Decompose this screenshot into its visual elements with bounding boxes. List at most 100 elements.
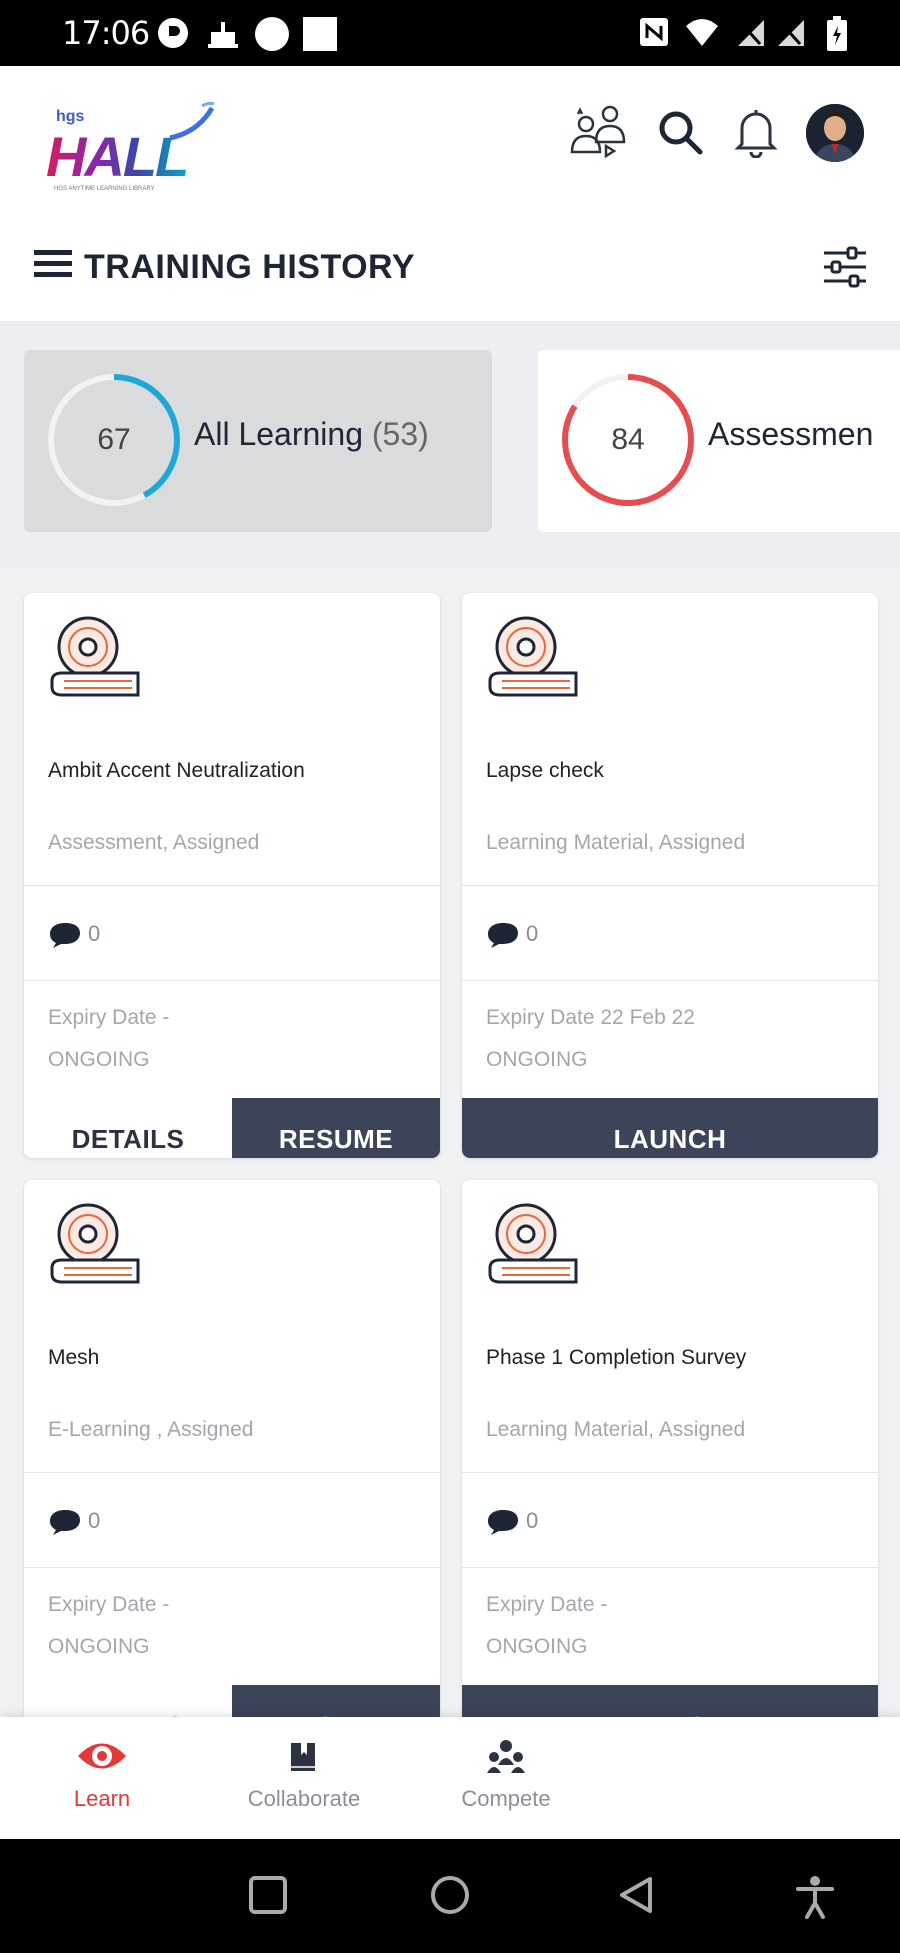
status-bar: 17:06 bbox=[0, 0, 900, 66]
status-text: ONGOING bbox=[486, 1635, 588, 1658]
comment-count: 0 bbox=[526, 921, 539, 946]
logo-swoosh-icon bbox=[169, 102, 215, 141]
status-text: ONGOING bbox=[48, 1635, 150, 1658]
expiry-date: Expiry Date - bbox=[48, 1006, 170, 1029]
team-icon bbox=[487, 1740, 525, 1773]
card-title: Lapse check bbox=[486, 759, 604, 782]
training-grid: Ambit Accent Neutralization Assessment, … bbox=[0, 567, 900, 1717]
card-subtitle: Assessment, Assigned bbox=[48, 831, 260, 854]
summary-label-text: All Learning bbox=[194, 416, 363, 452]
logo-tagline: HGS ANYTIME LEARNING LIBRARY bbox=[54, 186, 155, 192]
card-title: Phase 1 Completion Survey bbox=[486, 1346, 747, 1369]
card-title: Ambit Accent Neutralization bbox=[48, 759, 305, 782]
comment-icon[interactable] bbox=[486, 1508, 520, 1541]
disc-book-icon bbox=[486, 613, 580, 710]
divider bbox=[462, 980, 878, 981]
wifi-icon bbox=[684, 16, 720, 53]
eye-icon bbox=[78, 1743, 126, 1769]
comment-icon[interactable] bbox=[48, 1508, 82, 1541]
nav-collaborate[interactable]: Collaborate bbox=[224, 1739, 384, 1812]
divider bbox=[462, 885, 878, 886]
nav-learn[interactable]: Learn bbox=[22, 1739, 182, 1812]
card-actions: DETAILS RESUME bbox=[24, 1685, 440, 1717]
page-title: TRAINING HISTORY bbox=[84, 248, 416, 286]
cake-icon bbox=[208, 16, 238, 55]
system-navigation-bar bbox=[0, 1839, 900, 1953]
divider bbox=[462, 1472, 878, 1473]
expiry-date: Expiry Date - bbox=[486, 1593, 608, 1616]
details-button[interactable]: DETAILS bbox=[24, 1098, 232, 1158]
search-icon[interactable] bbox=[656, 108, 704, 161]
nav-label: Compete bbox=[461, 1786, 551, 1811]
filter-sliders-icon[interactable] bbox=[822, 244, 868, 295]
circle-icon bbox=[254, 16, 290, 57]
signal-icon bbox=[736, 16, 766, 53]
expiry-info: Expiry Date - ONGOING bbox=[48, 997, 169, 1081]
divider bbox=[24, 885, 440, 886]
app-header: hgs HALL HGS ANYTIME LEARNING LIBRARY TR… bbox=[0, 66, 900, 321]
comment-count: 0 bbox=[88, 1508, 101, 1533]
summary-label: Assessmen bbox=[708, 416, 873, 453]
status-text: ONGOING bbox=[486, 1048, 588, 1071]
launch-button[interactable]: LAUNCH bbox=[462, 1685, 878, 1717]
notification-icon bbox=[156, 16, 190, 55]
back-triangle-icon[interactable] bbox=[616, 1875, 656, 1920]
signal-icon-2 bbox=[776, 16, 806, 53]
resume-button[interactable]: RESUME bbox=[232, 1098, 440, 1158]
divider bbox=[24, 980, 440, 981]
nav-compete[interactable]: Compete bbox=[426, 1739, 586, 1812]
accessibility-icon[interactable] bbox=[796, 1875, 834, 1924]
training-card[interactable]: Ambit Accent Neutralization Assessment, … bbox=[24, 593, 440, 1158]
comment-count: 0 bbox=[526, 1508, 539, 1533]
recents-square-icon[interactable] bbox=[248, 1875, 288, 1920]
status-text: ONGOING bbox=[48, 1048, 150, 1071]
expiry-date: Expiry Date - bbox=[48, 1593, 170, 1616]
logo-name: HALL bbox=[46, 125, 189, 188]
card-subtitle: Learning Material, Assigned bbox=[486, 1418, 746, 1441]
summary-label: All Learning (53) bbox=[194, 416, 429, 453]
hall-logo[interactable]: hgs HALL HGS ANYTIME LEARNING LIBRARY bbox=[38, 96, 228, 196]
summary-value: 67 bbox=[97, 423, 131, 456]
summary-count: (53) bbox=[371, 416, 429, 452]
launch-button[interactable]: LAUNCH bbox=[462, 1098, 878, 1158]
title-bar: TRAINING HISTORY bbox=[0, 236, 900, 296]
expiry-date: Expiry Date 22 Feb 22 bbox=[486, 1006, 695, 1029]
training-card[interactable]: Lapse check Learning Material, Assigned … bbox=[462, 593, 878, 1158]
card-subtitle: E-Learning , Assigned bbox=[48, 1418, 254, 1441]
divider bbox=[24, 1472, 440, 1473]
expiry-info: Expiry Date - ONGOING bbox=[486, 1584, 607, 1668]
disc-book-icon bbox=[486, 1200, 580, 1297]
card-actions: LAUNCH bbox=[462, 1098, 878, 1158]
home-circle-icon[interactable] bbox=[430, 1875, 470, 1920]
summary-card-assessment[interactable]: 84 Assessmen bbox=[538, 350, 900, 532]
disc-book-icon bbox=[48, 613, 142, 710]
avatar[interactable] bbox=[806, 104, 864, 162]
details-button[interactable]: DETAILS bbox=[24, 1685, 232, 1717]
summary-card-all-learning[interactable]: 67 All Learning (53) bbox=[24, 350, 492, 532]
comment-count: 0 bbox=[88, 921, 101, 946]
training-card[interactable]: Phase 1 Completion Survey Learning Mater… bbox=[462, 1180, 878, 1717]
nav-label: Collaborate bbox=[247, 1786, 361, 1811]
book-icon bbox=[291, 1743, 315, 1771]
divider bbox=[24, 1567, 440, 1568]
bottom-nav: Learn Collaborate Compete bbox=[0, 1717, 900, 1839]
card-subtitle: Learning Material, Assigned bbox=[486, 831, 746, 854]
people-icon[interactable] bbox=[566, 102, 630, 171]
square-icon bbox=[302, 16, 338, 57]
battery-icon bbox=[826, 16, 848, 57]
divider bbox=[462, 1567, 878, 1568]
expiry-info: Expiry Date - ONGOING bbox=[48, 1584, 169, 1668]
expiry-info: Expiry Date 22 Feb 22 ONGOING bbox=[486, 997, 695, 1081]
hamburger-menu-icon[interactable] bbox=[34, 248, 72, 285]
summary-strip: 67 All Learning (53) 84 Assessmen bbox=[0, 322, 900, 567]
resume-button[interactable]: RESUME bbox=[232, 1685, 440, 1717]
summary-label-text: Assessmen bbox=[708, 416, 874, 452]
disc-book-icon bbox=[48, 1200, 142, 1297]
card-actions: DETAILS RESUME bbox=[24, 1098, 440, 1158]
bell-icon[interactable] bbox=[732, 106, 780, 163]
comment-icon[interactable] bbox=[486, 921, 520, 954]
summary-value: 84 bbox=[611, 423, 645, 456]
training-card[interactable]: Mesh E-Learning , Assigned 0 Expiry Date… bbox=[24, 1180, 440, 1717]
comment-icon[interactable] bbox=[48, 921, 82, 954]
status-time: 17:06 bbox=[62, 14, 150, 52]
